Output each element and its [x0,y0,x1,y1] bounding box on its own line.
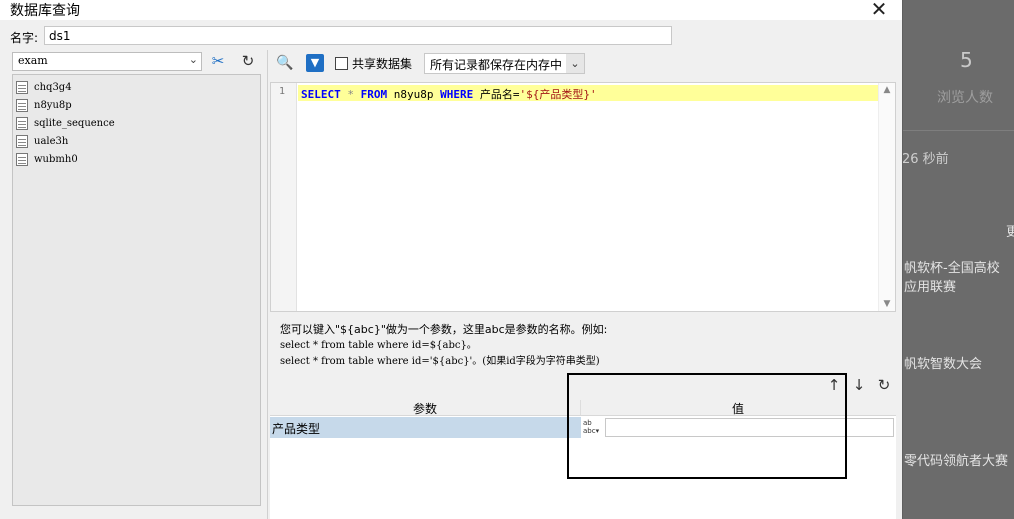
sql-editor[interactable]: 1 SELECT * FROM n8yu8p WHERE 产品名='${产品类型… [270,82,896,312]
background-divider [903,130,1014,131]
help-line: 您可以键入"${abc}"做为一个参数，这里abc是参数的名称。例如: [280,323,608,336]
scroll-down-icon[interactable]: ▼ [879,299,895,309]
editor-scrollbar[interactable]: ▲ ▼ [878,83,895,311]
refresh-icon[interactable]: ↻ [237,52,259,71]
visitor-count: 5 [960,48,973,72]
visitor-count-label: 浏览人数 [937,90,993,106]
sql-keyword: FROM [360,88,388,101]
table-list: chq3g4 n8yu8p sqlite_sequence uale3h wub… [12,74,261,506]
table-name: uale3h [34,135,69,147]
news-item-1[interactable]: 帆软杯-全国高校 [904,259,1000,278]
chevron-down-icon: ⌄ [566,54,584,73]
help-text: 您可以键入"${abc}"做为一个参数，这里abc是参数的名称。例如: sele… [280,322,607,370]
line-number: 1 [279,86,286,97]
share-dataset-label: 共享数据集 [352,57,413,71]
title-bar: 数据库查询 ✕ [0,0,902,20]
table-name: chq3g4 [34,81,72,93]
sql-format-icon[interactable]: ▼ [306,54,324,72]
sql-keyword: SELECT [301,88,341,101]
database-select[interactable]: exam ⌄ [12,52,202,71]
table-name: n8yu8p [34,99,72,111]
param-name: 产品类型 [270,417,581,438]
highlight-box [567,373,847,479]
header-param: 参数 [270,400,581,416]
share-dataset-checkbox[interactable] [335,57,348,70]
refresh-params-icon[interactable]: ↻ [876,376,892,394]
help-line: select * from table where id='${abc}'。(如… [280,356,600,367]
table-icon [16,152,28,166]
dialog-title: 数据库查询 [10,3,80,19]
table-icon [16,80,28,94]
table-name: wubmh0 [34,153,78,165]
background-edge-text: 更 [1006,225,1014,240]
table-icon [16,116,28,130]
sql-table: n8yu8p [393,88,434,101]
news-item-2[interactable]: 帆软智数大会 [904,355,982,374]
sql-keyword: WHERE [440,88,474,101]
table-icon [16,134,28,148]
connection-settings-icon[interactable]: ✂ [207,52,229,71]
sql-condition: 产品名= [479,88,520,101]
name-input[interactable] [44,26,672,45]
sql-parameter: '${产品类型}' [519,88,597,101]
database-select-value: exam [18,54,48,67]
move-down-icon[interactable]: ↓ [851,376,867,394]
help-line: select * from table where id=${abc}。 [280,340,477,351]
line-gutter: 1 [271,83,297,311]
memory-mode-value: 所有记录都保存在内存中 [430,58,563,72]
scroll-up-icon[interactable]: ▲ [879,85,895,95]
close-icon[interactable]: ✕ [865,0,893,20]
name-label: 名字: [10,31,39,45]
memory-mode-select[interactable]: 所有记录都保存在内存中 ⌄ [424,53,585,74]
table-name: sqlite_sequence [34,117,115,129]
sql-code: SELECT * FROM n8yu8p WHERE 产品名='${产品类型}' [301,86,597,102]
list-item[interactable]: wubmh0 [16,151,78,167]
list-item[interactable]: chq3g4 [16,79,72,95]
sql-star: * [347,88,354,101]
chevron-down-icon: ⌄ [188,53,198,66]
news-item-1-cont[interactable]: 应用联赛 [904,278,956,297]
preview-icon[interactable]: 🔍 [276,54,294,72]
news-item-3[interactable]: 零代码领航者大赛 [904,452,1008,471]
list-item[interactable]: uale3h [16,133,68,149]
table-icon [16,98,28,112]
background-time: 26 秒前 [902,152,949,167]
list-item[interactable]: n8yu8p [16,97,72,113]
list-item[interactable]: sqlite_sequence [16,115,115,131]
